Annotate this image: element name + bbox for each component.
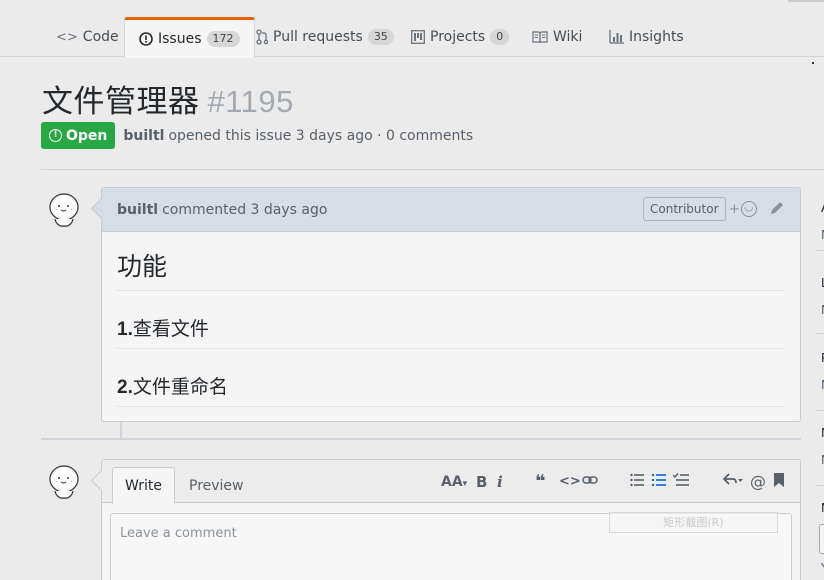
sidebar-button-edge[interactable] bbox=[819, 524, 824, 554]
graph-icon bbox=[609, 30, 624, 44]
tab-insights-label: Insights bbox=[629, 29, 684, 45]
list-item-text: 文件重命名 bbox=[132, 376, 228, 398]
pull-requests-count-badge: 35 bbox=[367, 29, 394, 45]
tab-insights[interactable]: Insights bbox=[609, 17, 684, 57]
list-item-number: 2. bbox=[117, 377, 133, 398]
tab-wiki[interactable]: Wiki bbox=[532, 17, 582, 57]
new-comment-form: Write Preview AA▾ B i ❝ <> @ Leave a com… bbox=[101, 459, 801, 580]
comment-timestamp[interactable]: commented 3 days ago bbox=[162, 202, 327, 218]
comment-body: 功能 1.查看文件 2.文件重命名 bbox=[102, 249, 800, 407]
add-reaction-button[interactable]: + bbox=[729, 200, 757, 217]
timeline-divider bbox=[41, 438, 801, 440]
repo-tabnav: <> Code Issues 172 Pull requests 35 Proj… bbox=[0, 0, 824, 58]
quote-button[interactable]: ❝ bbox=[535, 472, 546, 492]
tab-code-label: Code bbox=[82, 29, 119, 45]
list-ordered-icon bbox=[652, 474, 666, 486]
issue-opened-icon bbox=[139, 32, 153, 46]
tab-projects-label: Projects bbox=[430, 29, 486, 45]
ordered-list-button[interactable] bbox=[652, 472, 666, 492]
tasklist-icon bbox=[672, 473, 689, 486]
bookmark-icon bbox=[774, 473, 784, 487]
comment-list-item: 2.文件重命名 bbox=[117, 349, 785, 407]
reply-button[interactable] bbox=[722, 472, 743, 492]
issue-author-link[interactable]: builtl bbox=[123, 128, 164, 144]
saved-reply-button[interactable] bbox=[773, 472, 785, 493]
issue-meta-text: opened this issue 3 days ago · 0 comment… bbox=[168, 127, 474, 144]
avatar[interactable] bbox=[45, 190, 83, 228]
reply-icon bbox=[722, 473, 743, 485]
smiley-icon bbox=[740, 200, 757, 217]
comment-heading: 功能 bbox=[117, 249, 785, 291]
screenshot-tooltip: 矩形截图(R) bbox=[609, 512, 778, 533]
italic-button[interactable]: i bbox=[497, 472, 503, 492]
issue-comment: builtl commented 3 days ago Contributor … bbox=[101, 187, 801, 422]
header-text-button[interactable]: AA▾ bbox=[441, 472, 467, 494]
tab-projects[interactable]: Projects 0 bbox=[411, 17, 510, 57]
tab-preview[interactable]: Preview bbox=[177, 467, 256, 504]
sidebar-divider bbox=[815, 485, 824, 486]
title-divider bbox=[41, 169, 824, 170]
caret-down-icon: ▾ bbox=[462, 479, 468, 489]
avatar[interactable] bbox=[45, 462, 83, 500]
tab-issues-label: Issues bbox=[158, 31, 202, 47]
list-unordered-icon bbox=[630, 473, 644, 487]
reaction-plus: + bbox=[729, 201, 740, 217]
editor-toolbar: Write Preview AA▾ B i ❝ <> @ bbox=[102, 460, 800, 504]
sidebar-divider bbox=[815, 333, 824, 334]
tab-wiki-label: Wiki bbox=[553, 29, 583, 45]
list-item-text: 查看文件 bbox=[132, 318, 209, 340]
code-icon: <> bbox=[56, 29, 78, 45]
list-item-number: 1. bbox=[117, 319, 133, 340]
header-text-label: AA bbox=[441, 474, 463, 490]
issue-meta: ! Open builtl opened this issue 3 days a… bbox=[41, 122, 473, 149]
code-button[interactable]: <> bbox=[559, 472, 581, 492]
issue-state-badge: ! Open bbox=[41, 122, 116, 149]
issue-number: #1195 bbox=[207, 84, 294, 119]
project-icon bbox=[411, 30, 425, 44]
link-icon bbox=[582, 476, 598, 484]
contributor-badge: Contributor bbox=[643, 197, 726, 221]
issue-title-text: 文件管理器 bbox=[42, 84, 200, 120]
mention-button[interactable]: @ bbox=[750, 472, 766, 492]
comment-list-item: 1.查看文件 bbox=[117, 291, 785, 349]
comment-author-link[interactable]: builtl bbox=[117, 202, 158, 218]
issue-state-label: Open bbox=[66, 127, 108, 144]
comment-header: builtl commented 3 days ago Contributor … bbox=[102, 188, 800, 232]
task-list-button[interactable] bbox=[672, 472, 689, 492]
tab-pull-requests[interactable]: Pull requests 35 bbox=[256, 17, 394, 57]
git-pull-request-icon bbox=[256, 29, 268, 45]
sidebar-divider bbox=[815, 250, 824, 251]
tab-issues[interactable]: Issues 172 bbox=[124, 17, 255, 58]
unordered-list-button[interactable] bbox=[630, 472, 644, 492]
bold-button[interactable]: B bbox=[476, 472, 487, 492]
link-button[interactable] bbox=[582, 472, 598, 492]
issue-title: 文件管理器 #1195 bbox=[42, 76, 294, 121]
timeline-connector bbox=[120, 422, 122, 438]
tab-pull-requests-label: Pull requests bbox=[273, 29, 363, 45]
pencil-icon[interactable] bbox=[769, 200, 785, 220]
projects-count-badge: 0 bbox=[490, 29, 510, 45]
tab-code[interactable]: <> Code bbox=[56, 17, 119, 57]
book-icon bbox=[532, 30, 548, 44]
sidebar-divider bbox=[815, 410, 824, 411]
tab-write[interactable]: Write bbox=[112, 467, 175, 504]
issue-opened-icon: ! bbox=[49, 129, 62, 142]
stray-dot bbox=[812, 62, 814, 64]
issues-count-badge: 172 bbox=[206, 31, 240, 47]
